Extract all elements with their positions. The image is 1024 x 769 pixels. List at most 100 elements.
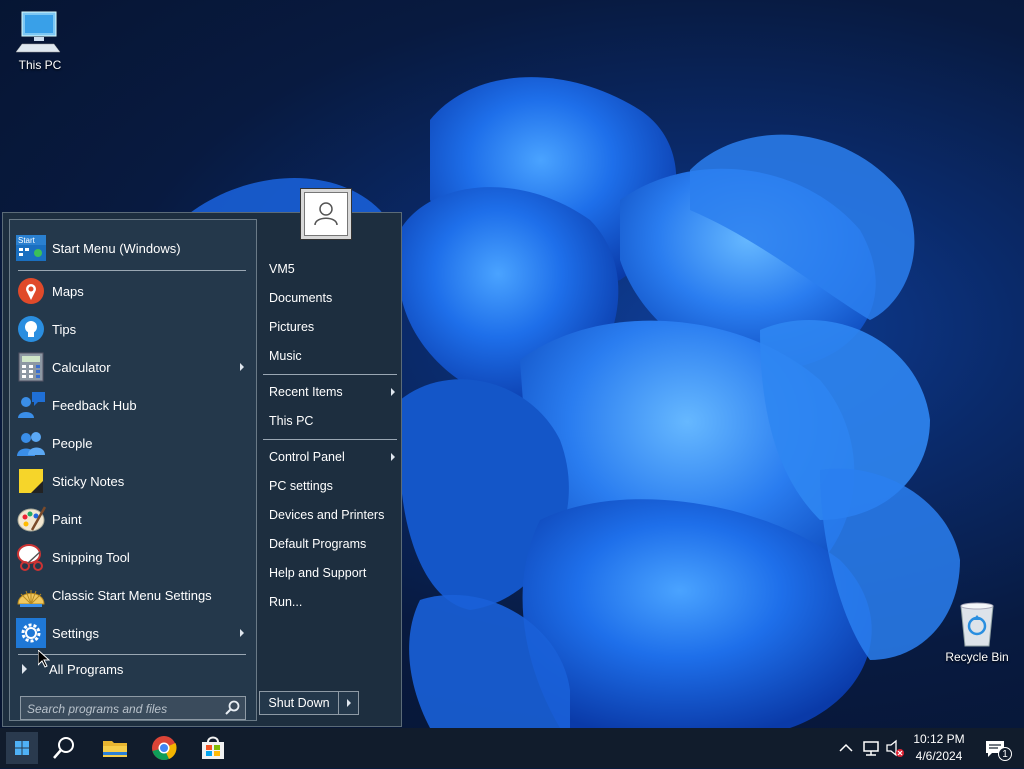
place-default-programs[interactable]: Default Programs xyxy=(269,533,397,555)
place-label: Music xyxy=(269,349,302,363)
submenu-arrow-icon xyxy=(240,363,244,371)
search-icon[interactable] xyxy=(225,700,241,716)
shutdown-options-arrow-icon[interactable] xyxy=(347,699,351,707)
user-icon xyxy=(304,192,348,236)
start-menu-places-pane: VM5 Documents Pictures Music Recent Item… xyxy=(259,213,401,726)
start-menu-header-item[interactable]: Start Start Menu (Windows) xyxy=(16,230,248,266)
place-run[interactable]: Run... xyxy=(269,591,397,613)
search-icon xyxy=(53,737,74,759)
place-label: Recent Items xyxy=(269,385,343,399)
shutdown-button[interactable]: Shut Down xyxy=(260,692,339,714)
place-label: This PC xyxy=(269,414,314,428)
search-input[interactable] xyxy=(25,699,225,719)
chrome-icon xyxy=(152,736,177,761)
program-calculator[interactable]: Calculator xyxy=(16,349,248,385)
notification-count-badge: 1 xyxy=(998,747,1012,761)
tray-network-button[interactable] xyxy=(860,732,882,764)
maps-pin-icon xyxy=(16,276,46,306)
windows-logo-icon xyxy=(15,741,29,755)
desktop-icon-label: Recycle Bin xyxy=(945,650,1009,664)
place-label: Help and Support xyxy=(269,566,367,580)
shutdown-button-group: Shut Down xyxy=(259,691,359,715)
place-devices-and-printers[interactable]: Devices and Printers xyxy=(269,504,397,526)
submenu-arrow-icon xyxy=(391,453,395,461)
taskbar-store[interactable] xyxy=(197,732,229,764)
network-icon xyxy=(863,741,879,756)
desktop-icon-label: This PC xyxy=(18,58,62,72)
place-music[interactable]: Music xyxy=(269,345,397,367)
notification-center-button[interactable]: 1 xyxy=(980,732,1012,764)
sticky-notes-icon xyxy=(16,466,46,496)
program-label: Classic Start Menu Settings xyxy=(52,587,212,603)
search-box[interactable] xyxy=(20,696,246,720)
submenu-arrow-icon xyxy=(391,388,395,396)
place-label: PC settings xyxy=(269,479,333,493)
place-control-panel[interactable]: Control Panel xyxy=(269,446,397,468)
place-vm5[interactable]: VM5 xyxy=(269,258,397,280)
desktop-icon-this-pc[interactable]: This PC xyxy=(0,8,80,72)
program-label: Paint xyxy=(52,511,82,527)
taskbar-chrome[interactable] xyxy=(148,732,180,764)
taskbar-clock[interactable]: 10:12 PM 4/6/2024 xyxy=(908,732,970,763)
start-menu: Start Start Menu (Windows) Maps Tips Cal… xyxy=(2,212,402,727)
program-label: Tips xyxy=(52,321,77,337)
place-recent-items[interactable]: Recent Items xyxy=(269,381,397,403)
place-documents[interactable]: Documents xyxy=(269,287,397,309)
program-maps[interactable]: Maps xyxy=(16,273,248,309)
volume-muted-icon xyxy=(886,739,904,757)
chevron-up-icon xyxy=(839,743,853,752)
place-label: Control Panel xyxy=(269,450,345,464)
feedback-icon xyxy=(16,390,46,420)
place-label: Default Programs xyxy=(269,537,367,551)
program-tips[interactable]: Tips xyxy=(16,311,248,347)
separator xyxy=(18,270,246,271)
place-pc-settings[interactable]: PC settings xyxy=(269,475,397,497)
expand-arrow-icon xyxy=(22,664,27,674)
program-label: Sticky Notes xyxy=(52,473,125,489)
shell-icon xyxy=(16,580,46,610)
program-sticky-notes[interactable]: Sticky Notes xyxy=(16,463,248,499)
start-button[interactable] xyxy=(6,732,38,764)
place-label: Run... xyxy=(269,595,303,609)
program-label: People xyxy=(52,435,93,451)
paint-palette-icon xyxy=(16,504,47,534)
folder-icon xyxy=(103,741,127,757)
all-programs-item[interactable]: All Programs xyxy=(16,657,248,681)
scissors-icon xyxy=(16,542,46,572)
program-people[interactable]: People xyxy=(16,425,248,461)
store-bag-icon xyxy=(202,736,224,759)
recycle-bin-icon xyxy=(953,600,1001,648)
start-menu-programs-pane: Start Start Menu (Windows) Maps Tips Cal… xyxy=(9,219,257,721)
all-programs-label: All Programs xyxy=(49,661,124,677)
desktop-icon-recycle-bin[interactable]: Recycle Bin xyxy=(937,600,1017,664)
program-classic-start-menu-settings[interactable]: Classic Start Menu Settings xyxy=(16,577,248,613)
program-label: Settings xyxy=(52,625,99,641)
taskbar-search-button[interactable] xyxy=(48,732,80,764)
svg-text:Start: Start xyxy=(18,236,36,245)
program-label: Calculator xyxy=(52,359,111,375)
submenu-arrow-icon xyxy=(240,629,244,637)
place-this-pc[interactable]: This PC xyxy=(269,410,397,432)
program-paint[interactable]: Paint xyxy=(16,501,248,537)
calculator-icon xyxy=(16,352,46,382)
place-help-and-support[interactable]: Help and Support xyxy=(269,562,397,584)
user-avatar[interactable] xyxy=(300,188,352,240)
tray-volume-button[interactable] xyxy=(884,732,906,764)
clock-date: 4/6/2024 xyxy=(915,749,963,763)
taskbar-file-explorer[interactable] xyxy=(99,732,131,764)
computer-icon xyxy=(15,8,64,56)
tray-overflow-button[interactable] xyxy=(836,732,856,764)
separator xyxy=(263,374,397,375)
separator xyxy=(263,439,397,440)
program-feedback-hub[interactable]: Feedback Hub xyxy=(16,387,248,423)
place-label: VM5 xyxy=(269,262,295,276)
place-label: Pictures xyxy=(269,320,315,334)
taskbar: 10:12 PM 4/6/2024 1 xyxy=(0,728,1024,768)
place-label: Devices and Printers xyxy=(269,508,385,522)
program-snipping-tool[interactable]: Snipping Tool xyxy=(16,539,248,575)
mouse-cursor-icon xyxy=(38,650,50,668)
separator xyxy=(18,654,246,655)
place-pictures[interactable]: Pictures xyxy=(269,316,397,338)
program-settings[interactable]: Settings xyxy=(16,615,248,651)
lightbulb-icon xyxy=(16,314,46,344)
